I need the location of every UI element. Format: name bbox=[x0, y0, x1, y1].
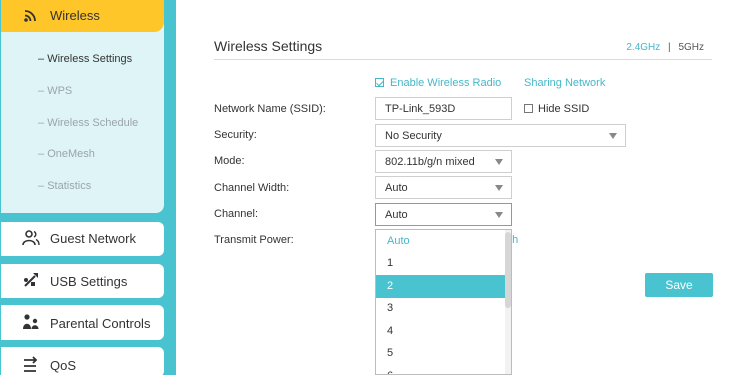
mode-label: Mode: bbox=[214, 155, 245, 167]
channel-option-1[interactable]: 1 bbox=[376, 252, 506, 275]
chevron-down-icon bbox=[495, 159, 503, 165]
band-selector: 2.4GHz | 5GHz bbox=[626, 42, 704, 53]
security-value: No Security bbox=[385, 130, 442, 142]
channel-option-2[interactable]: 2 bbox=[376, 275, 506, 298]
subnav-wireless-settings[interactable]: – Wireless Settings bbox=[38, 53, 132, 65]
wifi-icon bbox=[22, 6, 40, 24]
mode-select[interactable]: 802.11b/g/n mixed bbox=[375, 150, 512, 173]
main-panel: Wireless Settings 2.4GHz | 5GHz Enable W… bbox=[190, 0, 750, 375]
subnav-wps[interactable]: – WPS bbox=[38, 85, 72, 97]
sharing-network-link[interactable]: Sharing Network bbox=[524, 77, 605, 89]
channel-value: Auto bbox=[385, 209, 408, 221]
nav-item-guest-network[interactable]: Guest Network bbox=[1, 222, 164, 256]
page-title: Wireless Settings bbox=[214, 38, 323, 54]
chevron-down-icon bbox=[495, 212, 503, 218]
channel-option-5[interactable]: 5 bbox=[376, 342, 506, 365]
usb-icon bbox=[22, 271, 40, 289]
subnav-onemesh[interactable]: – OneMesh bbox=[38, 148, 95, 160]
nav-item-parental-controls[interactable]: Parental Controls bbox=[1, 305, 164, 340]
enable-wireless-radio-label: Enable Wireless Radio bbox=[390, 77, 502, 89]
mode-value: 802.11b/g/n mixed bbox=[385, 156, 475, 168]
channel-option-6[interactable]: 6 bbox=[376, 365, 506, 374]
channel-width-value: Auto bbox=[385, 182, 408, 194]
nav-label-parental-controls: Parental Controls bbox=[50, 316, 151, 331]
qos-icon bbox=[22, 356, 40, 374]
nav-wireless-section: Wireless – Wireless Settings – WPS – Wir… bbox=[1, 0, 164, 213]
nav-label-usb-settings: USB Settings bbox=[50, 274, 128, 289]
channel-option-auto[interactable]: Auto bbox=[376, 230, 506, 253]
parental-controls-icon bbox=[22, 313, 40, 331]
chevron-down-icon bbox=[609, 133, 617, 139]
chevron-down-icon bbox=[495, 185, 503, 191]
band-5ghz-tab[interactable]: 5GHz bbox=[678, 42, 704, 53]
dropdown-scroll-thumb[interactable] bbox=[505, 232, 511, 308]
band-2-4ghz-tab[interactable]: 2.4GHz bbox=[626, 42, 660, 53]
nav-label-guest-network: Guest Network bbox=[50, 231, 136, 246]
hide-ssid-checkbox[interactable] bbox=[524, 104, 533, 113]
ssid-value: TP-Link_593D bbox=[385, 103, 456, 115]
subnav-wireless-schedule[interactable]: – Wireless Schedule bbox=[38, 117, 138, 129]
security-select[interactable]: No Security bbox=[375, 124, 626, 147]
save-button[interactable]: Save bbox=[645, 273, 713, 297]
nav-label-wireless: Wireless bbox=[50, 8, 100, 23]
ssid-label: Network Name (SSID): bbox=[214, 103, 326, 115]
sidebar: Wireless – Wireless Settings – WPS – Wir… bbox=[0, 0, 176, 375]
nav-item-wireless[interactable]: Wireless bbox=[1, 0, 164, 32]
nav-item-usb-settings[interactable]: USB Settings bbox=[1, 264, 164, 298]
enable-wireless-radio-checkbox[interactable] bbox=[375, 78, 384, 87]
channel-option-3[interactable]: 3 bbox=[376, 297, 506, 320]
channel-option-4[interactable]: 4 bbox=[376, 320, 506, 343]
channel-width-label: Channel Width: bbox=[214, 182, 290, 194]
channel-label: Channel: bbox=[214, 208, 259, 220]
channel-dropdown-list: Auto 1 2 3 4 5 6 bbox=[375, 229, 512, 375]
security-label: Security: bbox=[214, 129, 257, 141]
hide-ssid-label: Hide SSID bbox=[538, 103, 590, 115]
band-separator: | bbox=[668, 42, 671, 53]
guest-network-icon bbox=[22, 229, 40, 247]
subnav-statistics[interactable]: – Statistics bbox=[38, 180, 91, 192]
channel-width-select[interactable]: Auto bbox=[375, 176, 512, 199]
ssid-input[interactable]: TP-Link_593D bbox=[375, 97, 512, 120]
channel-select[interactable]: Auto bbox=[375, 203, 512, 226]
nav-item-qos[interactable]: QoS bbox=[1, 347, 164, 375]
nav-label-qos: QoS bbox=[50, 358, 77, 373]
title-divider bbox=[214, 59, 712, 60]
transmit-power-label: Transmit Power: bbox=[214, 234, 294, 246]
dropdown-scrollbar[interactable] bbox=[505, 230, 511, 374]
